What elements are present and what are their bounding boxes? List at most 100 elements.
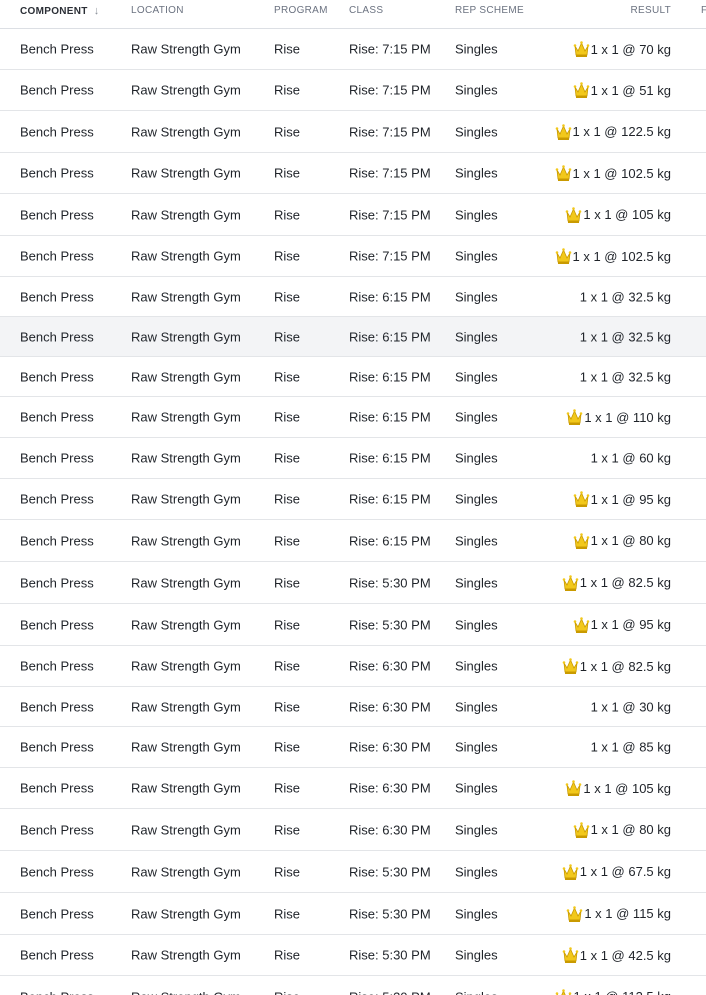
- cell-component: Bench Press: [20, 822, 94, 837]
- cell-component: Bench Press: [20, 369, 94, 384]
- table-row[interactable]: Bench Press Raw Strength Gym Rise Rise: 6:1…: [0, 438, 706, 479]
- table-header: COMPONENT ↓ LOCATION PROGRAM CLASS REP SC…: [0, 0, 706, 29]
- cell-location: Raw Strength Gym: [131, 658, 241, 674]
- cell-rep-scheme: Singles: [455, 947, 498, 963]
- column-header-location[interactable]: LOCATION: [131, 5, 184, 16]
- cell-program: Rise: [274, 124, 301, 139]
- cell-class: Rise: 6:15 PM: [349, 289, 431, 304]
- table-row[interactable]: Bench Press Raw Strength Gym Rise Rise: 6:3…: [0, 727, 706, 768]
- cell-program: Rise: [274, 165, 301, 181]
- table-row[interactable]: Bench Press Raw Strength Gym Rise Rise: 7:1…: [0, 29, 706, 70]
- result-value: 1 x 1 @ 70 kg: [590, 41, 671, 57]
- cell-program: Rise: [274, 289, 301, 304]
- table-row[interactable]: Bench Press Raw Strength Gym Rise Rise: 6:3…: [0, 768, 706, 809]
- table-row[interactable]: Bench Press Raw Strength Gym Rise Rise: 6:1…: [0, 317, 706, 357]
- crown-icon: [565, 206, 582, 224]
- cell-class: Rise: 6:15 PM: [349, 369, 431, 384]
- cell-result: 1 x 1 @ 51 kg: [573, 81, 671, 99]
- column-header-class[interactable]: CLASS: [349, 5, 383, 16]
- cell-class: Rise: 6:30 PM: [349, 780, 431, 796]
- cell-location: Raw Strength Gym: [131, 947, 241, 963]
- cell-component: Bench Press: [20, 780, 94, 796]
- column-header-next[interactable]: F: [701, 5, 706, 16]
- cell-component: Bench Press: [20, 739, 94, 755]
- cell-result: 1 x 1 @ 80 kg: [573, 821, 671, 839]
- table-row[interactable]: Bench Press Raw Strength Gym Rise Rise: 6:1…: [0, 357, 706, 397]
- cell-component: Bench Press: [20, 864, 94, 879]
- column-header-component[interactable]: COMPONENT ↓: [20, 5, 100, 17]
- crown-icon: [573, 40, 590, 58]
- table-row[interactable]: Bench Press Raw Strength Gym Rise Rise: 5:3…: [0, 604, 706, 646]
- cell-class: Rise: 7:15 PM: [349, 82, 431, 98]
- table-row[interactable]: Bench Press Raw Strength Gym Rise Rise: 5:3…: [0, 976, 706, 995]
- cell-rep-scheme: Singles: [455, 699, 498, 714]
- cell-location: Raw Strength Gym: [131, 165, 241, 181]
- table-row[interactable]: Bench Press Raw Strength Gym Rise Rise: 5:3…: [0, 935, 706, 976]
- column-header-rep-scheme[interactable]: REP SCHEME: [455, 5, 524, 16]
- result-value: 1 x 1 @ 80 kg: [590, 533, 671, 548]
- result-value: 1 x 1 @ 105 kg: [583, 207, 671, 222]
- table-row[interactable]: Bench Press Raw Strength Gym Rise Rise: 7:1…: [0, 70, 706, 111]
- cell-class: Rise: 7:15 PM: [349, 207, 431, 222]
- table-row[interactable]: Bench Press Raw Strength Gym Rise Rise: 6:3…: [0, 809, 706, 851]
- table-row[interactable]: Bench Press Raw Strength Gym Rise Rise: 6:3…: [0, 646, 706, 687]
- result-value: 1 x 1 @ 32.5 kg: [579, 369, 671, 384]
- cell-rep-scheme: Singles: [455, 165, 498, 181]
- table-row[interactable]: Bench Press Raw Strength Gym Rise Rise: 6:1…: [0, 479, 706, 520]
- cell-result: 1 x 1 @ 82.5 kg: [562, 574, 671, 592]
- result-value: 1 x 1 @ 67.5 kg: [579, 864, 671, 879]
- table-row[interactable]: Bench Press Raw Strength Gym Rise Rise: 5:3…: [0, 562, 706, 604]
- cell-result: 1 x 1 @ 115 kg: [566, 905, 671, 923]
- cell-rep-scheme: Singles: [455, 450, 498, 466]
- cell-location: Raw Strength Gym: [131, 617, 241, 632]
- cell-program: Rise: [274, 989, 300, 995]
- cell-result: 1 x 1 @ 70 kg: [573, 40, 671, 58]
- cell-program: Rise: [274, 739, 301, 755]
- cell-location: Raw Strength Gym: [131, 864, 241, 879]
- result-value: 1 x 1 @ 32.5 kg: [579, 329, 671, 344]
- cell-class: Rise: 7:15 PM: [349, 41, 431, 57]
- table-row[interactable]: Bench Press Raw Strength Gym Rise Rise: 7:1…: [0, 153, 706, 194]
- cell-result: 1 x 1 @ 105 kg: [565, 779, 671, 797]
- table-row[interactable]: Bench Press Raw Strength Gym Rise Rise: 7:1…: [0, 111, 706, 153]
- cell-class: Rise: 6:15 PM: [349, 409, 431, 425]
- cell-rep-scheme: Singles: [455, 658, 498, 674]
- crown-icon: [573, 821, 590, 839]
- cell-class: Rise: 5:30 PM: [349, 864, 431, 879]
- table-row[interactable]: Bench Press Raw Strength Gym Rise Rise: 6:3…: [0, 687, 706, 727]
- cell-rep-scheme: Singles: [455, 289, 498, 304]
- table-row[interactable]: Bench Press Raw Strength Gym Rise Rise: 5:3…: [0, 893, 706, 935]
- column-header-program[interactable]: PROGRAM: [274, 5, 328, 16]
- cell-rep-scheme: Singles: [455, 369, 498, 384]
- cell-location: Raw Strength Gym: [131, 780, 241, 796]
- result-value: 1 x 1 @ 122.5 kg: [572, 124, 671, 139]
- cell-result: 1 x 1 @ 95 kg: [573, 490, 671, 508]
- cell-class: Rise: 6:15 PM: [349, 329, 431, 344]
- cell-class: Rise: 5:30 PM: [349, 947, 431, 963]
- table-row[interactable]: Bench Press Raw Strength Gym Rise Rise: 6:1…: [0, 277, 706, 317]
- table-row[interactable]: Bench Press Raw Strength Gym Rise Rise: 6:1…: [0, 397, 706, 438]
- column-header-result[interactable]: RESULT: [630, 5, 671, 16]
- cell-class: Rise: 6:30 PM: [349, 739, 431, 755]
- cell-result: 1 x 1 @ 105 kg: [565, 206, 671, 224]
- cell-component: Bench Press: [20, 41, 94, 57]
- crown-icon: [573, 616, 590, 634]
- cell-program: Rise: [274, 864, 301, 879]
- table-row[interactable]: Bench Press Raw Strength Gym Rise Rise: 6:1…: [0, 520, 706, 562]
- result-value: 1 x 1 @ 42.5 kg: [579, 947, 671, 963]
- cell-program: Rise: [274, 947, 301, 963]
- table-row[interactable]: Bench Press Raw Strength Gym Rise Rise: 7:1…: [0, 236, 706, 277]
- cell-rep-scheme: Singles: [455, 41, 498, 57]
- cell-rep-scheme: Singles: [455, 491, 498, 507]
- cell-rep-scheme: Singles: [455, 906, 498, 921]
- column-header-component-label: COMPONENT: [20, 6, 88, 17]
- crown-icon: [573, 532, 590, 550]
- cell-class: Rise: 7:15 PM: [349, 124, 431, 139]
- table-row[interactable]: Bench Press Raw Strength Gym Rise Rise: 7:1…: [0, 194, 706, 236]
- cell-program: Rise: [274, 248, 301, 264]
- arrow-down-icon[interactable]: ↓: [94, 5, 100, 17]
- table-row[interactable]: Bench Press Raw Strength Gym Rise Rise: 5:3…: [0, 851, 706, 893]
- cell-rep-scheme: Singles: [455, 207, 498, 222]
- cell-class: Rise: 5:30 PM: [349, 617, 431, 632]
- crown-icon: [566, 905, 583, 923]
